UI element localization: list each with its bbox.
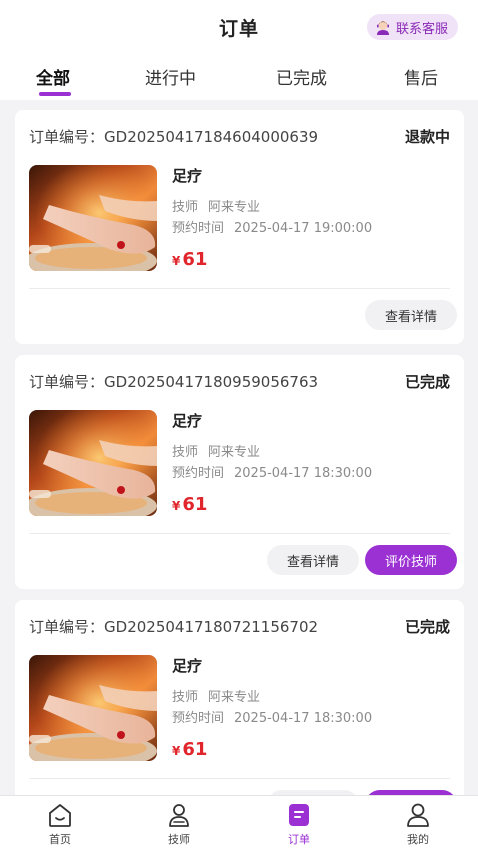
tab-all[interactable]: 全部 [36, 64, 70, 89]
nav-label: 技师 [168, 833, 190, 846]
home-icon [49, 804, 71, 827]
tab-in-progress[interactable]: 进行中 [145, 64, 196, 89]
bottom-nav: 首页 技师 订单 我的 [0, 795, 478, 850]
view-details-button[interactable]: 查看详情 [267, 545, 359, 575]
review-technician-button[interactable]: 评价技师 [365, 545, 457, 575]
tab-completed[interactable]: 已完成 [276, 64, 327, 89]
card-divider [29, 533, 450, 534]
order-price: ¥61 [172, 494, 208, 515]
service-thumbnail [29, 165, 157, 271]
nav-item-orders[interactable]: 订单 [264, 802, 334, 847]
tab-after-sales[interactable]: 售后 [404, 64, 438, 89]
service-name: 足疗 [172, 167, 203, 185]
order-price: ¥61 [172, 249, 208, 270]
service-name: 足疗 [172, 657, 203, 675]
order-card[interactable]: 订单编号：GD20250417180959056763 已完成 足疗 技师 阿来专… [15, 355, 464, 589]
nav-item-home[interactable]: 首页 [25, 802, 95, 847]
order-card[interactable]: 订单编号：GD20250417184604000639 退款中 足疗 技师 阿来专… [15, 110, 464, 344]
service-thumbnail [29, 655, 157, 761]
card-divider [29, 288, 450, 289]
appointment-time: 预约时间 2025-04-17 19:00:00 [172, 221, 373, 236]
card-divider [29, 778, 450, 779]
appointment-time: 预约时间 2025-04-17 18:30:00 [172, 711, 373, 726]
customer-service-label: 联系客服 [395, 21, 448, 37]
nav-label: 我的 [407, 833, 429, 846]
service-name: 足疗 [172, 412, 203, 430]
nav-item-technician[interactable]: 技师 [144, 802, 214, 847]
profile-icon [407, 803, 429, 827]
page-header: 订单 联系客服 全部 进行中 已完成 售后 [0, 0, 478, 100]
technician-info: 技师 阿来专业 [172, 200, 261, 215]
technician-info: 技师 阿来专业 [172, 445, 261, 460]
customer-service-icon [376, 21, 389, 35]
order-status: 已完成 [404, 618, 450, 636]
order-number: 订单编号：GD20250417180721156702 [29, 618, 319, 636]
nav-label: 首页 [49, 833, 71, 846]
customer-service-button[interactable]: 联系客服 [366, 14, 458, 40]
nav-label: 订单 [288, 833, 310, 846]
view-details-button[interactable]: 查看详情 [365, 300, 457, 330]
order-status: 已完成 [404, 373, 450, 391]
appointment-time: 预约时间 2025-04-17 18:30:00 [172, 466, 373, 481]
active-tab-indicator [39, 92, 71, 96]
nav-item-profile[interactable]: 我的 [383, 802, 453, 847]
technician-info: 技师 阿来专业 [172, 690, 261, 705]
order-tabs: 全部 进行中 已完成 售后 [0, 60, 478, 100]
order-number: 订单编号：GD20250417184604000639 [29, 128, 319, 146]
technician-icon [169, 804, 189, 827]
service-thumbnail [29, 410, 157, 516]
order-icon [289, 804, 309, 826]
order-status: 退款中 [404, 128, 450, 146]
order-price: ¥61 [172, 739, 208, 760]
order-number: 订单编号：GD20250417180959056763 [29, 373, 319, 391]
